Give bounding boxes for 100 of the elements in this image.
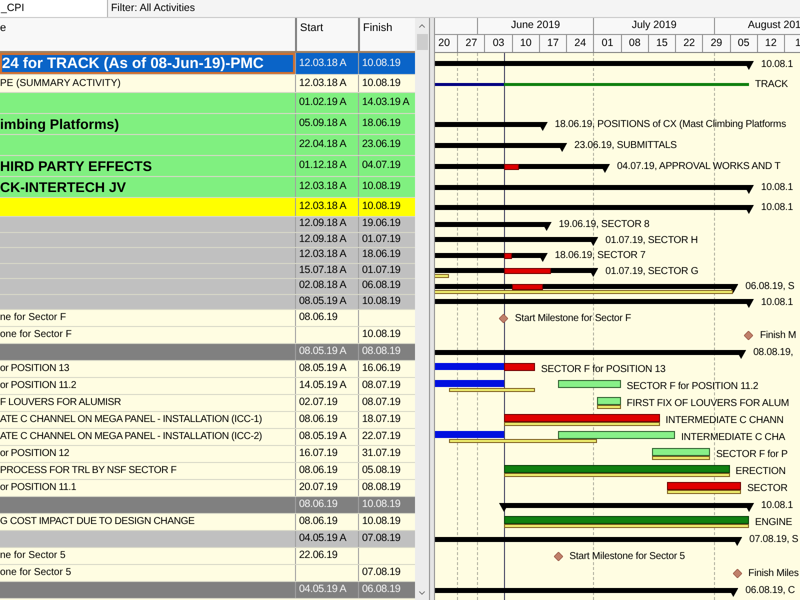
table-row[interactable]: ATE C CHANNEL ON MEGA PANEL - INSTALLATION (ICC-2) 08.05.19 A 22.07.19: [0, 429, 415, 446]
start-cell: 08.06.19: [295, 497, 358, 513]
milestone-icon: [744, 331, 754, 340]
name-cell-text: or POSITION 11.2: [0, 379, 78, 393]
table-row[interactable]: 15.07.18 A 01.07.19: [0, 264, 415, 279]
milestone-icon: [554, 552, 563, 561]
table-row[interactable]: 12.03.18 A 18.06.19: [0, 248, 415, 264]
bar-label: ERECTION: [736, 465, 786, 479]
bar-label: 10.08.1: [760, 201, 793, 215]
week-header: 15: [648, 35, 676, 52]
milestone-icon: [732, 569, 742, 578]
bar-label: 06.08.19, C: [745, 584, 795, 598]
table-row[interactable]: 02.08.18 A 06.08.19: [0, 279, 415, 294]
bar-label: Start Milestone for Sector 5: [569, 550, 685, 564]
bar-label: Finish M: [760, 329, 796, 343]
bar-label: 01.07.19, SECTOR H: [605, 234, 698, 248]
week-header: 27: [457, 35, 484, 52]
month-header: July 2019: [593, 18, 714, 35]
table-row[interactable]: 08.05.19 A 08.08.19: [0, 344, 415, 361]
table-row[interactable]: or POSITION 11.1 20.07.19 08.08.19: [0, 480, 415, 497]
start-cell: 05.09.18 A: [295, 114, 358, 134]
table-row[interactable]: one for Sector 5 07.08.19: [0, 565, 415, 582]
table-row[interactable]: or POSITION 13 08.05.19 A 16.06.19: [0, 361, 415, 378]
bar-label: 18.06.19, POSITIONS of CX (Mast Climbing Platforms: [554, 118, 786, 132]
table-row[interactable]: ne for Sector F 08.06.19: [0, 310, 415, 327]
start-cell: 04.05.19 A: [295, 531, 358, 547]
table-row[interactable]: 22.04.18 A 23.06.19: [0, 135, 415, 156]
bar-label: Finish Miles: [748, 567, 799, 581]
table-row[interactable]: ne for Sector 5 22.06.19: [0, 548, 415, 565]
name-cell-text: imbing Platforms): [0, 115, 120, 134]
start-cell: 08.06.19: [295, 463, 358, 479]
table-row[interactable]: G COST IMPACT DUE TO DESIGN CHANGE 08.06.19 10.08.19: [0, 514, 415, 531]
table-row[interactable]: CK-INTERTECH JV 12.03.18 A 10.08.19: [0, 177, 415, 198]
start-cell: 04.05.19 A: [295, 582, 358, 598]
week-header: 20: [435, 35, 458, 52]
bar-label: 10.08.1: [760, 58, 793, 72]
name-cell-text: or POSITION 13: [0, 362, 70, 376]
table-row[interactable]: PROCESS FOR TRL BY NSF SECTOR F 08.06.19 05.08.19: [0, 463, 415, 480]
remaining-bar: [597, 397, 621, 405]
table-row[interactable]: 08.05.19 A 10.08.19: [0, 294, 415, 310]
start-cell: 12.03.18 A: [295, 248, 358, 262]
bar-label: 07.08.19, S: [749, 533, 798, 547]
table-row[interactable]: 24 for TRACK (As of 08-Jun-19)-PMC 12.03.18 A 10.08.19: [0, 53, 415, 75]
bar-label: 04.07.19, APPROVAL WORKS AND T: [617, 160, 780, 174]
start-cell: 12.09.18 A: [295, 217, 358, 232]
table-row[interactable]: F LOUVERS FOR ALUMISR 02.07.19 08.07.19: [0, 395, 415, 412]
start-cell: 08.05.19 A: [295, 294, 358, 309]
start-cell: 02.07.19: [295, 395, 358, 411]
week-header: 12: [756, 35, 784, 52]
layout-name[interactable]: _CPI: [0, 0, 108, 17]
week-header: 10: [512, 35, 539, 52]
bar-label: INTERMEDIATE C CHA: [681, 431, 786, 445]
baseline-bar: [652, 456, 710, 460]
name-cell-text: or POSITION 11.1: [0, 481, 78, 495]
bar-label: SECTOR F for POSITION 11.2: [626, 380, 758, 394]
table-row[interactable]: imbing Platforms) 05.09.18 A 18.06.19: [0, 114, 415, 135]
table-row[interactable]: one for Sector F 10.08.19: [0, 327, 415, 344]
table-row[interactable]: 12.03.18 A 10.08.19: [0, 198, 415, 217]
remaining-bar: [558, 380, 621, 388]
bar-label: 08.08.19,: [753, 346, 794, 360]
table-row[interactable]: 12.09.18 A 19.06.19: [0, 217, 415, 232]
bar-label: 10.08.1: [760, 499, 793, 513]
week-header: 22: [675, 35, 702, 52]
name-cell-text: ne for Sector 5: [0, 549, 67, 563]
filter-label[interactable]: Filter: All Activities: [108, 0, 800, 17]
name-cell-text: ATE C CHANNEL ON MEGA PANEL - INSTALLATION (ICC-1): [0, 413, 263, 427]
bar-label: 01.07.19, SECTOR G: [605, 264, 698, 279]
name-cell-text: G COST IMPACT DUE TO DESIGN CHANGE: [0, 515, 196, 529]
week-header: 05: [730, 35, 757, 52]
bar-label: 06.08.19, S: [745, 280, 794, 294]
table-row[interactable]: 01.02.19 A 14.03.19 A: [0, 93, 415, 114]
bar-label: 23.06.19, SUBMITTALS: [574, 139, 677, 153]
bar-label: Start Milestone for Sector F: [514, 312, 632, 326]
start-cell: 12.03.18 A: [295, 177, 358, 197]
scroll-thumb[interactable]: [416, 34, 428, 50]
table-row[interactable]: 08.06.19 10.08.19: [0, 497, 415, 514]
column-header[interactable]: e: [0, 18, 295, 51]
bar-label: 18.06.19, SECTOR 7: [554, 249, 646, 264]
table-row[interactable]: PE (SUMMARY ACTIVITY) 12.03.18 A 10.08.19: [0, 75, 415, 93]
start-cell: 12.03.18 A: [295, 75, 358, 92]
bar-label: FIRST FIX OF LOUVERS FOR ALUM: [626, 397, 789, 411]
start-cell: 01.12.18 A: [295, 156, 358, 176]
start-cell: 08.06.19: [295, 310, 358, 326]
start-cell: 14.05.19 A: [295, 378, 358, 394]
bar-label: 19.06.19, SECTOR 8: [558, 218, 650, 232]
scrollbar[interactable]: [415, 18, 429, 600]
table-row[interactable]: 12.09.18 A 01.07.19: [0, 232, 415, 248]
table-row[interactable]: or POSITION 12 16.07.19 31.07.19: [0, 446, 415, 463]
critical-bar: [504, 164, 520, 170]
table-row[interactable]: 04.05.19 A 07.08.19: [0, 531, 415, 548]
table-row[interactable]: HIRD PARTY EFFECTS 01.12.18 A 04.07.19: [0, 156, 415, 177]
week-header: 17: [538, 35, 566, 52]
name-cell: 24 for TRACK (As of 08-Jun-19)-PMC: [0, 53, 295, 74]
table-row[interactable]: ATE C CHANNEL ON MEGA PANEL - INSTALLATION (ICC-1) 08.06.19 18.07.19: [0, 412, 415, 429]
table-row[interactable]: 04.05.19 A 06.08.19: [0, 582, 415, 599]
column-header[interactable]: Start: [295, 18, 358, 51]
week-header: 03: [484, 35, 512, 52]
start-cell: 08.06.19: [295, 514, 358, 530]
table-row[interactable]: or POSITION 11.2 14.05.19 A 08.07.19: [0, 378, 415, 395]
start-cell: 08.05.19 A: [295, 344, 358, 360]
